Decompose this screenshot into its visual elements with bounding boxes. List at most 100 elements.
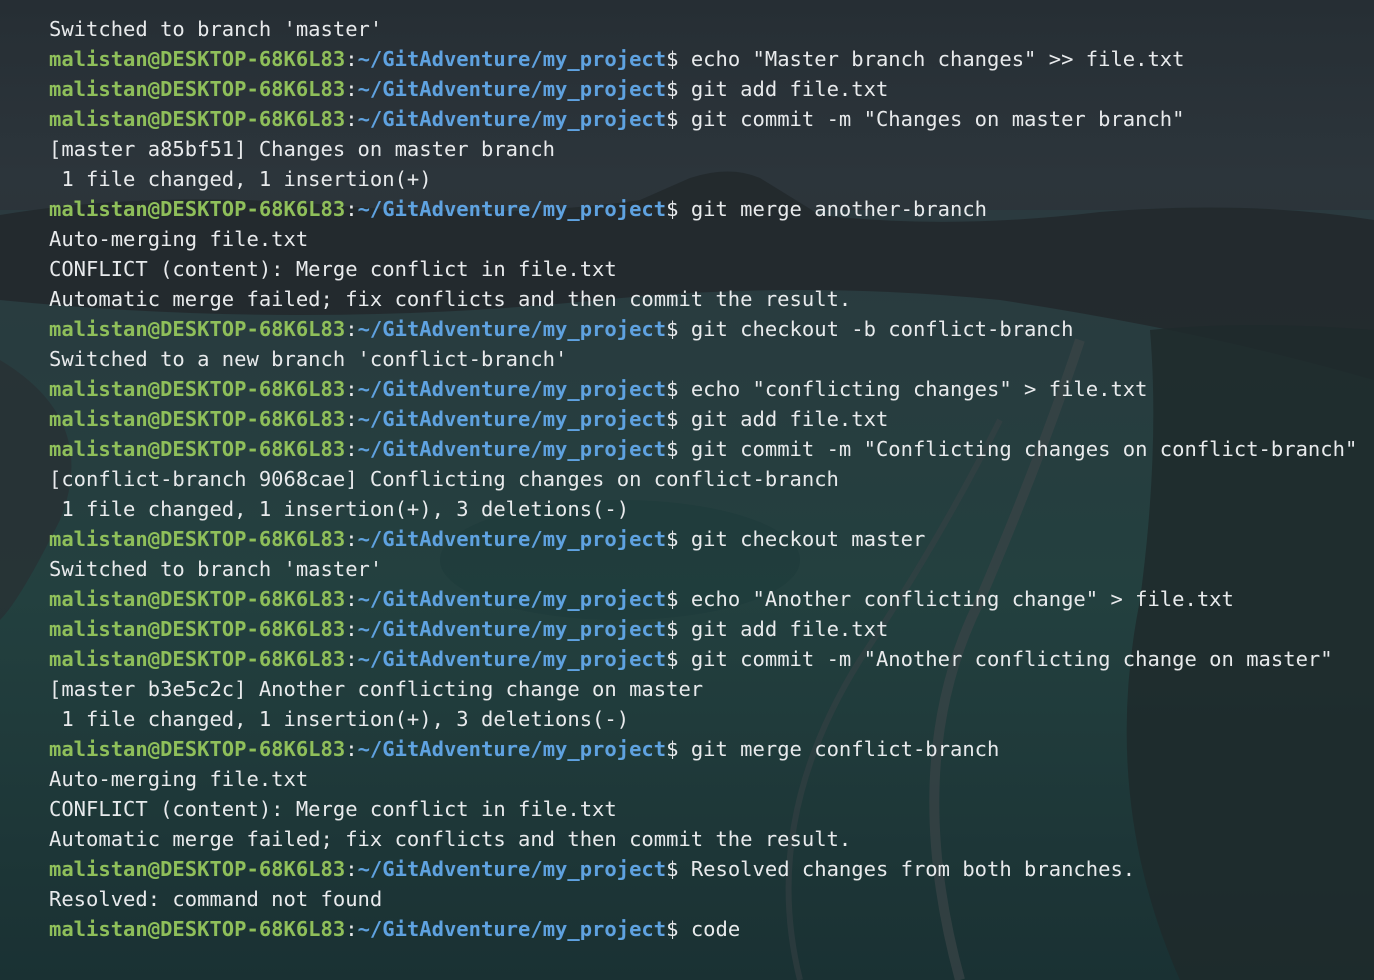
output-text: CONFLICT (content): Merge conflict in fi… <box>49 257 617 281</box>
prompt-path: ~/GitAdventure/my_project <box>357 587 667 611</box>
prompt-user-host: malistan@DESKTOP-68K6L83 <box>49 587 346 611</box>
prompt-separator: : <box>345 377 358 401</box>
prompt-user-host: malistan@DESKTOP-68K6L83 <box>49 917 346 941</box>
prompt-separator: : <box>345 917 358 941</box>
prompt-symbol: $ <box>666 107 691 131</box>
prompt-separator: : <box>345 437 358 461</box>
output-text: Automatic merge failed; fix conflicts an… <box>49 287 852 311</box>
prompt-symbol: $ <box>666 737 691 761</box>
prompt-symbol: $ <box>666 77 691 101</box>
output-text: Resolved: command not found <box>49 887 383 911</box>
terminal-output[interactable]: Switched to branch 'master' malistan@DESK… <box>49 14 1359 944</box>
command-text: git add file.txt <box>690 617 889 641</box>
prompt-line: malistan@DESKTOP-68K6L83:~/GitAdventure/… <box>49 194 1359 224</box>
output-line: Auto-merging file.txt <box>49 764 1359 794</box>
prompt-user-host: malistan@DESKTOP-68K6L83 <box>49 737 346 761</box>
prompt-line: malistan@DESKTOP-68K6L83:~/GitAdventure/… <box>49 644 1359 674</box>
prompt-symbol: $ <box>666 587 691 611</box>
prompt-line: malistan@DESKTOP-68K6L83:~/GitAdventure/… <box>49 734 1359 764</box>
prompt-line: malistan@DESKTOP-68K6L83:~/GitAdventure/… <box>49 434 1359 464</box>
output-line: CONFLICT (content): Merge conflict in fi… <box>49 254 1359 284</box>
prompt-user-host: malistan@DESKTOP-68K6L83 <box>49 77 346 101</box>
prompt-line: malistan@DESKTOP-68K6L83:~/GitAdventure/… <box>49 314 1359 344</box>
command-text: echo "Master branch changes" >> file.txt <box>690 47 1185 71</box>
prompt-path: ~/GitAdventure/my_project <box>357 617 667 641</box>
prompt-symbol: $ <box>666 857 691 881</box>
prompt-path: ~/GitAdventure/my_project <box>357 317 667 341</box>
output-line: Auto-merging file.txt <box>49 224 1359 254</box>
output-text: CONFLICT (content): Merge conflict in fi… <box>49 797 617 821</box>
prompt-line: malistan@DESKTOP-68K6L83:~/GitAdventure/… <box>49 854 1359 884</box>
prompt-path: ~/GitAdventure/my_project <box>357 647 667 671</box>
command-text: git add file.txt <box>690 407 889 431</box>
output-text: [conflict-branch 9068cae] Conflicting ch… <box>49 467 839 491</box>
prompt-path: ~/GitAdventure/my_project <box>357 857 667 881</box>
prompt-line: malistan@DESKTOP-68K6L83:~/GitAdventure/… <box>49 404 1359 434</box>
prompt-user-host: malistan@DESKTOP-68K6L83 <box>49 857 346 881</box>
output-text: Auto-merging file.txt <box>49 767 309 791</box>
prompt-symbol: $ <box>666 317 691 341</box>
prompt-separator: : <box>345 317 358 341</box>
output-text: [master a85bf51] Changes on master branc… <box>49 137 556 161</box>
prompt-separator: : <box>345 617 358 641</box>
output-line: [master a85bf51] Changes on master branc… <box>49 134 1359 164</box>
prompt-path: ~/GitAdventure/my_project <box>357 407 667 431</box>
prompt-separator: : <box>345 197 358 221</box>
output-line: Resolved: command not found <box>49 884 1359 914</box>
prompt-separator: : <box>345 527 358 551</box>
command-text: git merge another-branch <box>690 197 988 221</box>
prompt-line: malistan@DESKTOP-68K6L83:~/GitAdventure/… <box>49 914 1359 944</box>
command-text: git checkout master <box>690 527 926 551</box>
prompt-symbol: $ <box>666 47 691 71</box>
prompt-separator: : <box>345 47 358 71</box>
output-line: 1 file changed, 1 insertion(+), 3 deleti… <box>49 704 1359 734</box>
output-line: Switched to branch 'master' <box>49 554 1359 584</box>
prompt-separator: : <box>345 647 358 671</box>
output-text: Switched to branch 'master' <box>49 557 383 581</box>
prompt-user-host: malistan@DESKTOP-68K6L83 <box>49 197 346 221</box>
prompt-path: ~/GitAdventure/my_project <box>357 77 667 101</box>
prompt-symbol: $ <box>666 527 691 551</box>
output-line: 1 file changed, 1 insertion(+) <box>49 164 1359 194</box>
prompt-user-host: malistan@DESKTOP-68K6L83 <box>49 377 346 401</box>
output-line: Switched to branch 'master' <box>49 14 1359 44</box>
prompt-path: ~/GitAdventure/my_project <box>357 377 667 401</box>
command-text: git commit -m "Another conflicting chang… <box>690 647 1333 671</box>
command-text: code <box>690 917 741 941</box>
command-text: Resolved changes from both branches. <box>690 857 1136 881</box>
prompt-user-host: malistan@DESKTOP-68K6L83 <box>49 107 346 131</box>
output-text: 1 file changed, 1 insertion(+) <box>49 167 432 191</box>
command-text: git merge conflict-branch <box>690 737 1000 761</box>
output-text: Automatic merge failed; fix conflicts an… <box>49 827 852 851</box>
prompt-user-host: malistan@DESKTOP-68K6L83 <box>49 317 346 341</box>
prompt-user-host: malistan@DESKTOP-68K6L83 <box>49 407 346 431</box>
prompt-line: malistan@DESKTOP-68K6L83:~/GitAdventure/… <box>49 614 1359 644</box>
prompt-symbol: $ <box>666 377 691 401</box>
prompt-symbol: $ <box>666 647 691 671</box>
command-text: git add file.txt <box>690 77 889 101</box>
prompt-line: malistan@DESKTOP-68K6L83:~/GitAdventure/… <box>49 374 1359 404</box>
prompt-path: ~/GitAdventure/my_project <box>357 107 667 131</box>
command-text: echo "conflicting changes" > file.txt <box>690 377 1148 401</box>
prompt-path: ~/GitAdventure/my_project <box>357 47 667 71</box>
prompt-line: malistan@DESKTOP-68K6L83:~/GitAdventure/… <box>49 104 1359 134</box>
prompt-user-host: malistan@DESKTOP-68K6L83 <box>49 47 346 71</box>
prompt-user-host: malistan@DESKTOP-68K6L83 <box>49 617 346 641</box>
prompt-user-host: malistan@DESKTOP-68K6L83 <box>49 647 346 671</box>
prompt-separator: : <box>345 407 358 431</box>
prompt-symbol: $ <box>666 437 691 461</box>
prompt-user-host: malistan@DESKTOP-68K6L83 <box>49 527 346 551</box>
prompt-path: ~/GitAdventure/my_project <box>357 197 667 221</box>
prompt-path: ~/GitAdventure/my_project <box>357 437 667 461</box>
output-line: [conflict-branch 9068cae] Conflicting ch… <box>49 464 1359 494</box>
prompt-line: malistan@DESKTOP-68K6L83:~/GitAdventure/… <box>49 74 1359 104</box>
prompt-separator: : <box>345 107 358 131</box>
prompt-separator: : <box>345 857 358 881</box>
output-line: Automatic merge failed; fix conflicts an… <box>49 824 1359 854</box>
output-line: [master b3e5c2c] Another conflicting cha… <box>49 674 1359 704</box>
output-text: Switched to branch 'master' <box>49 17 383 41</box>
prompt-line: malistan@DESKTOP-68K6L83:~/GitAdventure/… <box>49 584 1359 614</box>
output-line: Automatic merge failed; fix conflicts an… <box>49 284 1359 314</box>
prompt-symbol: $ <box>666 407 691 431</box>
prompt-separator: : <box>345 737 358 761</box>
